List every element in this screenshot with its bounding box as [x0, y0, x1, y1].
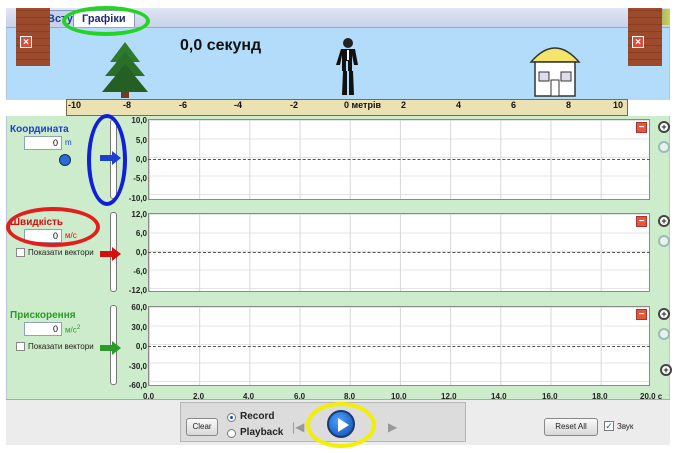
green-highlight-ring: [62, 6, 150, 36]
tree-icon[interactable]: [100, 40, 150, 98]
ruler-tick: -10: [68, 100, 82, 110]
ruler-tick: -6: [179, 100, 188, 110]
acceleration-y-tick: 30,0: [131, 323, 147, 332]
velocity-zoom-in-icon[interactable]: +: [658, 215, 670, 227]
sound-label: Звук: [617, 422, 634, 431]
ruler-tick: 0 метрів: [344, 100, 381, 110]
rewind-icon[interactable]: |◀: [292, 420, 304, 434]
position-zoom-in-icon[interactable]: +: [658, 121, 670, 133]
acceleration-minimize-button[interactable]: −: [636, 309, 647, 320]
position-zero-line: [148, 159, 650, 160]
playback-label: Playback: [240, 427, 284, 438]
record-radio[interactable]: [227, 413, 236, 422]
reset-all-button[interactable]: Reset All: [544, 418, 598, 436]
house-icon[interactable]: [527, 40, 583, 98]
acceleration-y-tick: 0,0: [135, 342, 147, 351]
yellow-highlight-ring: [306, 402, 376, 448]
velocity-y-tick: -12,0: [128, 286, 147, 295]
acceleration-zoom-out-icon[interactable]: [658, 328, 670, 340]
ruler-tick: -2: [290, 100, 299, 110]
ruler-tick: 6: [511, 100, 517, 110]
velocity-y-tick: 6,0: [135, 229, 147, 238]
acceleration-unit: м/с2: [65, 324, 80, 335]
blue-highlight-ring: [87, 114, 127, 206]
sound-checkbox[interactable]: ✓: [604, 421, 614, 431]
acceleration-y-tick: -60,0: [128, 381, 147, 390]
velocity-y-tick: 12,0: [131, 210, 147, 219]
position-play-icon[interactable]: [59, 154, 71, 166]
position-value-input[interactable]: 0: [24, 136, 62, 150]
acceleration-zero-line: [148, 346, 650, 347]
velocity-y-tick: -6,0: [133, 267, 147, 276]
ruler-tick: 2: [401, 100, 407, 110]
right-wall-close-icon[interactable]: ×: [632, 36, 644, 48]
time-zoom-icon[interactable]: +: [660, 364, 672, 376]
acceleration-y-tick: -30,0: [128, 362, 147, 371]
ruler-tick: -4: [234, 100, 243, 110]
left-wall-close-icon[interactable]: ×: [20, 36, 32, 48]
ruler-tick: 8: [566, 100, 572, 110]
velocity-show-vectors-checkbox[interactable]: [16, 248, 25, 257]
ruler-tick: 10: [613, 100, 624, 110]
record-label: Record: [240, 411, 275, 422]
acceleration-title: Прискорення: [10, 310, 76, 321]
acceleration-y-tick: 60,0: [131, 303, 147, 312]
clear-button[interactable]: Clear: [186, 418, 218, 436]
step-forward-icon[interactable]: ▶: [388, 420, 397, 434]
acceleration-show-vectors-label: Показати вектори: [28, 342, 94, 351]
man-figure-icon[interactable]: [335, 37, 361, 99]
ruler-tick: 4: [456, 100, 462, 110]
acceleration-unit-base: м/с: [65, 325, 77, 335]
red-highlight-ring: [6, 207, 100, 247]
velocity-zoom-out-icon[interactable]: [658, 235, 670, 247]
velocity-y-tick: 0,0: [135, 248, 147, 257]
acceleration-unit-power: 2: [76, 324, 81, 331]
velocity-show-vectors-label: Показати вектори: [28, 248, 94, 257]
velocity-minimize-button[interactable]: −: [636, 216, 647, 227]
acceleration-zoom-in-icon[interactable]: +: [658, 308, 670, 320]
position-title: Координата: [10, 124, 69, 135]
ruler-tick: -8: [123, 100, 132, 110]
position-unit: m: [65, 138, 72, 147]
position-zoom-out-icon[interactable]: [658, 141, 670, 153]
timer-readout: 0,0 секунд: [180, 37, 262, 54]
acceleration-show-vectors-checkbox[interactable]: [16, 342, 25, 351]
position-minimize-button[interactable]: −: [636, 122, 647, 133]
acceleration-value-input[interactable]: 0: [24, 322, 62, 336]
velocity-zero-line: [148, 252, 650, 253]
playback-radio[interactable]: [227, 429, 236, 438]
